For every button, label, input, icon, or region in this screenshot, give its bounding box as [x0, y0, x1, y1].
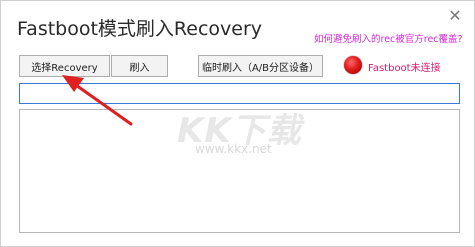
recovery-path-input[interactable]	[19, 83, 460, 104]
window-title: Fastboot模式刷入Recovery	[17, 18, 263, 40]
close-icon[interactable]: ✕	[446, 7, 464, 25]
status-indicator-icon	[344, 56, 362, 74]
watermark-url: www.kkx.net	[195, 142, 272, 156]
help-link[interactable]: 如何避免刷入的rec被官方rec覆盖?	[314, 31, 463, 45]
temp-flash-button[interactable]: 临时刷入（A/B分区设备）	[198, 55, 323, 77]
status-text: Fastboot未连接	[368, 63, 441, 74]
fastboot-recovery-window: Fastboot模式刷入Recovery ✕ 如何避免刷入的rec被官方rec覆…	[0, 0, 475, 247]
flash-button[interactable]: 刷入	[111, 55, 168, 77]
select-recovery-button[interactable]: 选择Recovery	[19, 55, 110, 77]
